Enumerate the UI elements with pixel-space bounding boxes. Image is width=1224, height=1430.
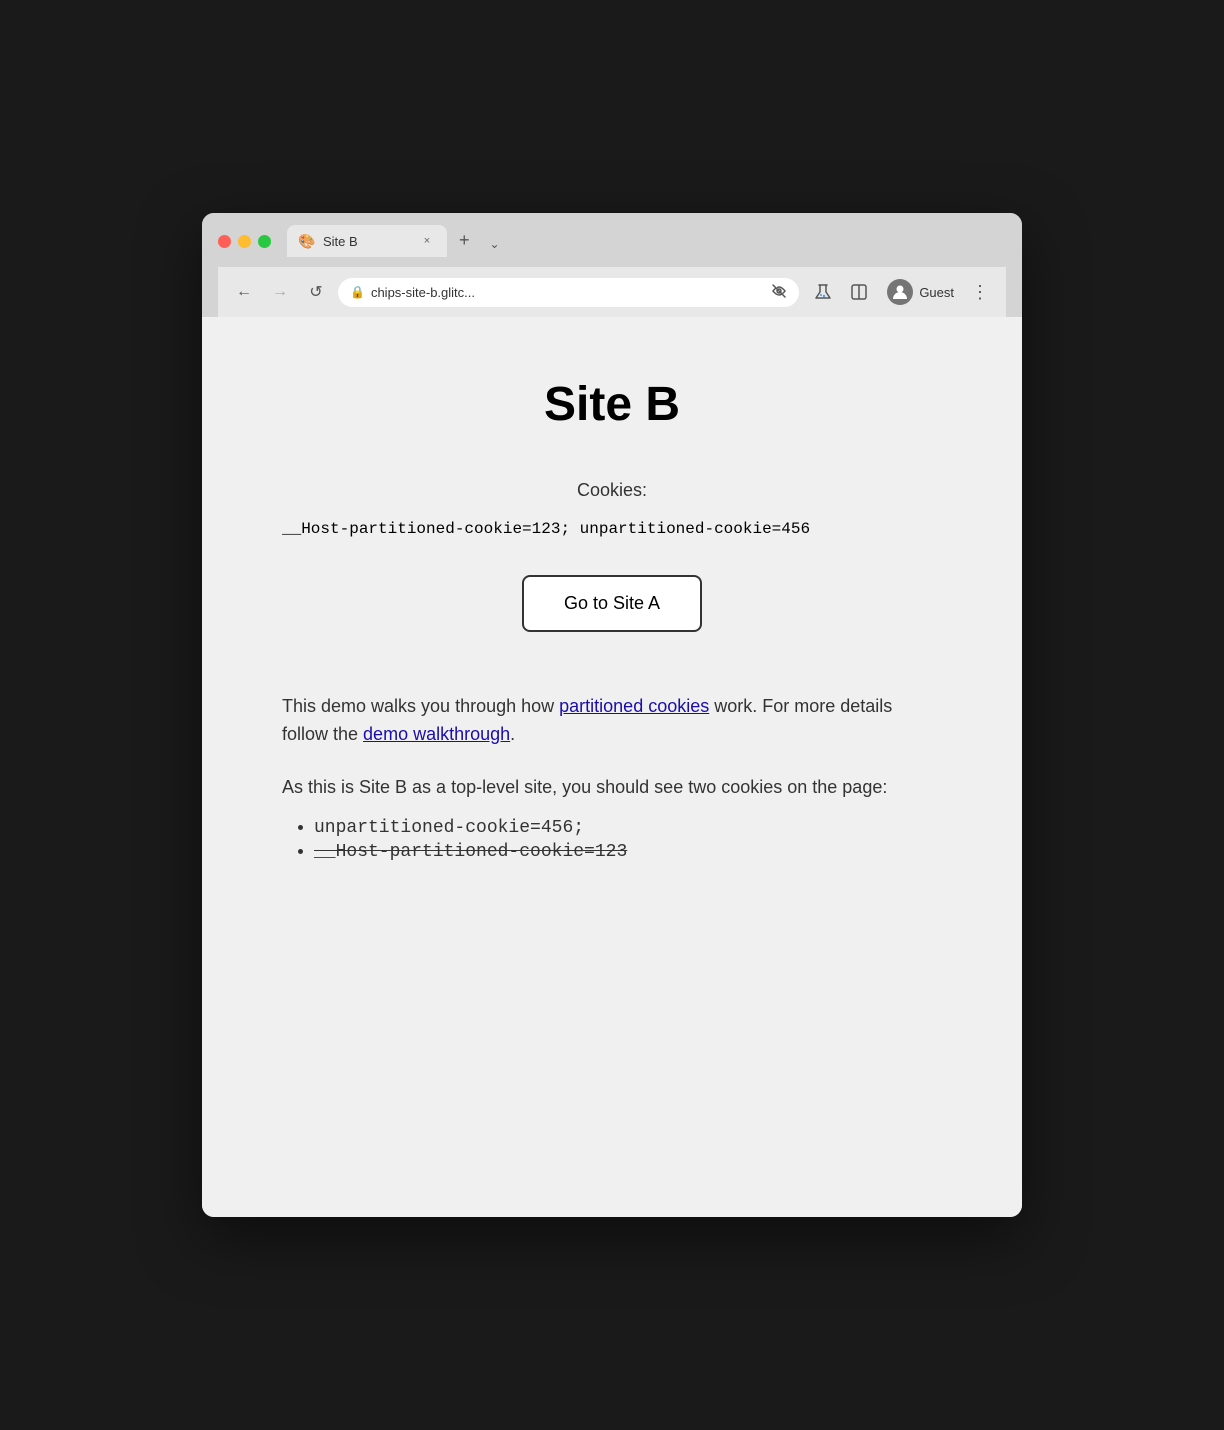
- description-section: This demo walks you through how partitio…: [282, 692, 942, 862]
- tracking-protection-icon: [771, 283, 787, 302]
- split-view-icon-button[interactable]: [843, 276, 875, 308]
- tab-favicon: 🎨: [299, 233, 315, 249]
- profile-name: Guest: [919, 285, 954, 300]
- maximize-window-button[interactable]: [258, 235, 271, 248]
- minimize-window-button[interactable]: [238, 235, 251, 248]
- description-prefix: This demo walks you through how: [282, 696, 559, 716]
- cookies-label: Cookies:: [282, 480, 942, 501]
- site-b-note: As this is Site B as a top-level site, y…: [282, 773, 942, 802]
- list-item: unpartitioned-cookie=456;: [314, 818, 942, 838]
- experiments-icon-button[interactable]: [807, 276, 839, 308]
- toolbar-icons: Guest ⋮: [807, 275, 994, 309]
- go-to-site-a-button[interactable]: Go to Site A: [522, 575, 702, 632]
- browser-window: 🎨 Site B × + ⌄ ← → ↺ 🔒 chips-site-b.glit…: [202, 213, 1022, 1217]
- window-controls: [218, 235, 271, 248]
- address-bar[interactable]: 🔒 chips-site-b.glitc...: [338, 278, 799, 307]
- profile-avatar: [887, 279, 913, 305]
- demo-walkthrough-link[interactable]: demo walkthrough: [363, 724, 510, 744]
- tab-bar: 🎨 Site B × + ⌄: [287, 225, 508, 257]
- address-text: chips-site-b.glitc...: [371, 285, 765, 300]
- page-content: Site B Cookies: __Host-partitioned-cooki…: [202, 317, 1022, 1217]
- more-options-button[interactable]: ⋮: [966, 278, 994, 306]
- tab-close-button[interactable]: ×: [419, 233, 435, 249]
- forward-button[interactable]: →: [266, 278, 294, 306]
- cookie-list: unpartitioned-cookie=456; __Host-partiti…: [282, 818, 942, 862]
- partitioned-cookies-link[interactable]: partitioned cookies: [559, 696, 709, 716]
- reload-button[interactable]: ↺: [302, 278, 330, 306]
- new-tab-button[interactable]: +: [451, 226, 478, 255]
- list-item: __Host-partitioned-cookie=123: [314, 842, 942, 862]
- page-title: Site B: [282, 377, 942, 432]
- title-bar-top: 🎨 Site B × + ⌄: [218, 225, 1006, 257]
- cookie-value: __Host-partitioned-cookie=123; unpartiti…: [282, 517, 942, 543]
- active-tab[interactable]: 🎨 Site B ×: [287, 225, 447, 257]
- title-bar: 🎨 Site B × + ⌄ ← → ↺ 🔒 chips-site-b.glit…: [202, 213, 1022, 317]
- profile-button[interactable]: Guest: [879, 275, 962, 309]
- close-window-button[interactable]: [218, 235, 231, 248]
- tab-dropdown-button[interactable]: ⌄: [482, 233, 508, 255]
- nav-bar: ← → ↺ 🔒 chips-site-b.glitc...: [218, 267, 1006, 317]
- back-button[interactable]: ←: [230, 278, 258, 306]
- description-text-1: This demo walks you through how partitio…: [282, 692, 942, 750]
- lock-icon: 🔒: [350, 285, 365, 299]
- tab-title: Site B: [323, 234, 411, 249]
- description-end: .: [510, 724, 515, 744]
